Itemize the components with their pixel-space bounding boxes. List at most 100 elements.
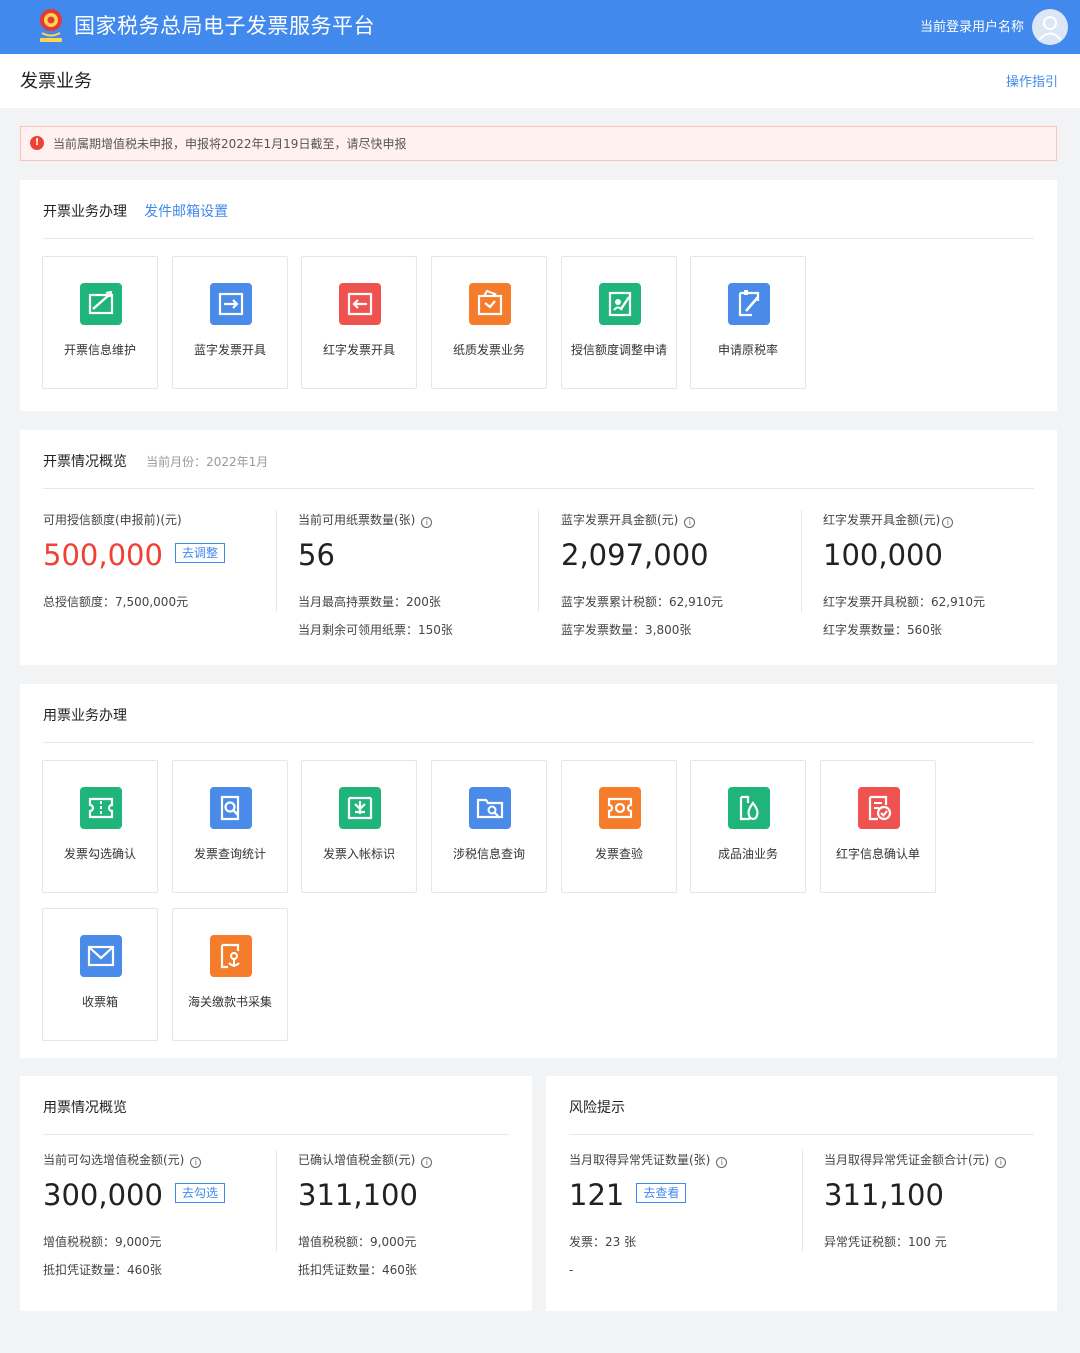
tile-receive-box[interactable]: 收票箱	[42, 908, 158, 1041]
stat-detail: 红字发票开具税额：62,910元	[823, 595, 985, 609]
edit-icon	[80, 283, 122, 325]
tile-invoice-verify[interactable]: 发票查验	[561, 760, 677, 893]
tile-label: 红字发票开具	[322, 343, 395, 357]
tile-invoice-info-maintenance[interactable]: 开票信息维护	[42, 256, 158, 389]
stat-detail: 当月剩余可领用纸票：150张	[298, 623, 453, 637]
mail-icon	[80, 935, 122, 977]
ticket-check-icon	[80, 787, 122, 829]
blue-invoice-icon	[210, 283, 252, 325]
stat-value: 2,097,000	[561, 538, 709, 572]
stat-value: 100,000	[823, 538, 943, 572]
stat-label: 当月取得异常凭证金额合计(元)	[824, 1153, 990, 1167]
page-title: 发票业务	[20, 71, 92, 92]
use-overview-card: 用票情况概览 当前可勾选增值税金额(元) i 300,000 去勾选 增值税税额：9…	[20, 1076, 532, 1311]
tile-label: 发票查询统计	[193, 847, 266, 861]
divider	[802, 1150, 803, 1252]
tile-label: 成品油业务	[717, 847, 778, 861]
mail-settings-link[interactable]: 发件邮箱设置	[144, 200, 228, 224]
tax-bureau-logo-icon	[40, 9, 62, 42]
stat-selectable-vat: 当前可勾选增值税金额(元) i 300,000 去勾选 增值税税额：9,000元 抵…	[43, 1151, 225, 1279]
user-name[interactable]: 当前登录用户名称	[920, 18, 1024, 38]
divider	[276, 1150, 277, 1252]
tile-label: 发票勾选确认	[63, 847, 136, 861]
page-header: 发票业务 操作指引	[0, 54, 1080, 108]
stat-label: 红字发票开具金额(元)	[823, 513, 941, 527]
stat-value: 311,100	[298, 1178, 418, 1212]
divider	[43, 488, 1034, 489]
stat-detail: 异常凭证税额：100 元	[824, 1235, 947, 1249]
info-icon[interactable]: i	[995, 1157, 1007, 1168]
tile-refined-oil[interactable]: 成品油业务	[690, 760, 806, 893]
tile-label: 纸质发票业务	[452, 343, 525, 357]
tile-label: 申请原税率	[717, 343, 778, 357]
view-button[interactable]: 去查看	[636, 1183, 687, 1203]
operation-guide-link[interactable]: 操作指引	[1006, 73, 1058, 93]
tile-blue-invoice-issue[interactable]: 蓝字发票开具	[172, 256, 288, 389]
tile-invoice-selection[interactable]: 发票勾选确认	[42, 760, 158, 893]
warning-icon: !	[30, 136, 44, 150]
stat-detail: 蓝字发票累计税额：62,910元	[561, 595, 723, 609]
stat-detail: 总授信额度：7,500,000元	[43, 595, 189, 609]
stat-abnormal-count: 当月取得异常凭证数量(张) i 121 去查看 发票：23 张 -	[569, 1151, 728, 1279]
info-icon[interactable]: i	[716, 1157, 728, 1168]
tile-paper-invoice[interactable]: 纸质发票业务	[431, 256, 547, 389]
info-icon[interactable]: i	[190, 1157, 202, 1168]
stat-value: 56	[298, 538, 335, 572]
stat-value: 300,000	[43, 1178, 163, 1212]
oil-drop-icon	[728, 787, 770, 829]
stat-value: 121	[569, 1178, 625, 1212]
red-invoice-icon	[339, 283, 381, 325]
adjust-button[interactable]: 去调整	[174, 543, 225, 563]
divider	[276, 510, 277, 612]
stat-label: 当月取得异常凭证数量(张)	[569, 1153, 711, 1167]
stat-detail: 增值税税额：9,000元	[298, 1235, 417, 1249]
tile-label: 收票箱	[81, 995, 118, 1009]
stat-detail: 当月最高持票数量：200张	[298, 595, 441, 609]
stat-paper-invoice-count: 当前可用纸票数量(张) i 56 当月最高持票数量：200张 当月剩余可领用纸票：…	[298, 511, 453, 639]
info-icon[interactable]: i	[942, 517, 954, 528]
stat-label: 可用授信额度(申报前)(元)	[43, 513, 182, 527]
stat-confirmed-vat: 已确认增值税金额(元) i 311,100 增值税税额：9,000元 抵扣凭证数量…	[298, 1151, 433, 1279]
document-check-icon	[858, 787, 900, 829]
tile-tax-info-query[interactable]: 涉税信息查询	[431, 760, 547, 893]
issue-overview-title: 开票情况概览	[43, 454, 127, 470]
stat-detail: 发票：23 张	[569, 1235, 637, 1249]
tile-red-info-confirm[interactable]: 红字信息确认单	[820, 760, 936, 893]
tile-label: 红字信息确认单	[835, 847, 920, 861]
tile-credit-adjust[interactable]: 授信额度调整申请	[561, 256, 677, 389]
divider	[43, 742, 1034, 743]
tile-original-tax-rate[interactable]: 申请原税率	[690, 256, 806, 389]
tile-label: 发票入帐标识	[322, 847, 395, 861]
ticket-verify-icon	[599, 787, 641, 829]
stat-value: 500,000	[43, 538, 163, 572]
divider	[43, 238, 1034, 239]
use-business-card: 用票业务办理 发票勾选确认 发票查询统计 发票入帐标识 涉税信息查询 发票查验	[20, 684, 1057, 1058]
tile-red-invoice-issue[interactable]: 红字发票开具	[301, 256, 417, 389]
document-search-icon	[210, 787, 252, 829]
stat-label: 当前可用纸票数量(张)	[298, 513, 416, 527]
tile-label: 发票查验	[594, 847, 643, 861]
select-button[interactable]: 去勾选	[174, 1183, 225, 1203]
info-icon[interactable]: i	[421, 1157, 433, 1168]
stat-value: 311,100	[824, 1178, 944, 1212]
risk-card: 风险提示 当月取得异常凭证数量(张) i 121 去查看 发票：23 张 - 当月取…	[546, 1076, 1057, 1311]
avatar[interactable]	[1032, 9, 1068, 45]
declaration-alert: ! 当前属期增值税未申报，申报将2022年1月19日截至，请尽快申报	[20, 126, 1057, 161]
stat-detail: -	[569, 1263, 574, 1277]
info-icon[interactable]: i	[421, 517, 433, 528]
tile-invoice-query[interactable]: 发票查询统计	[172, 760, 288, 893]
stat-label: 蓝字发票开具金额(元)	[561, 513, 679, 527]
stat-red-invoice-amount: 红字发票开具金额(元) i 100,000 红字发票开具税额：62,910元 红字…	[823, 511, 985, 639]
customs-document-icon	[210, 935, 252, 977]
info-icon[interactable]: i	[684, 517, 696, 528]
tile-label: 蓝字发票开具	[193, 343, 266, 357]
tile-label: 开票信息维护	[63, 343, 136, 357]
issue-business-title: 开票业务办理	[43, 204, 127, 220]
inbox-download-icon	[339, 787, 381, 829]
top-bar: 国家税务总局电子发票服务平台 当前登录用户名称	[0, 0, 1080, 54]
stat-blue-invoice-amount: 蓝字发票开具金额(元) i 2,097,000 蓝字发票累计税额：62,910元 …	[561, 511, 723, 639]
tile-customs-payment[interactable]: 海关缴款书采集	[172, 908, 288, 1041]
tile-invoice-bookkeeping[interactable]: 发票入帐标识	[301, 760, 417, 893]
divider	[801, 510, 802, 612]
platform-title: 国家税务总局电子发票服务平台	[74, 14, 375, 38]
